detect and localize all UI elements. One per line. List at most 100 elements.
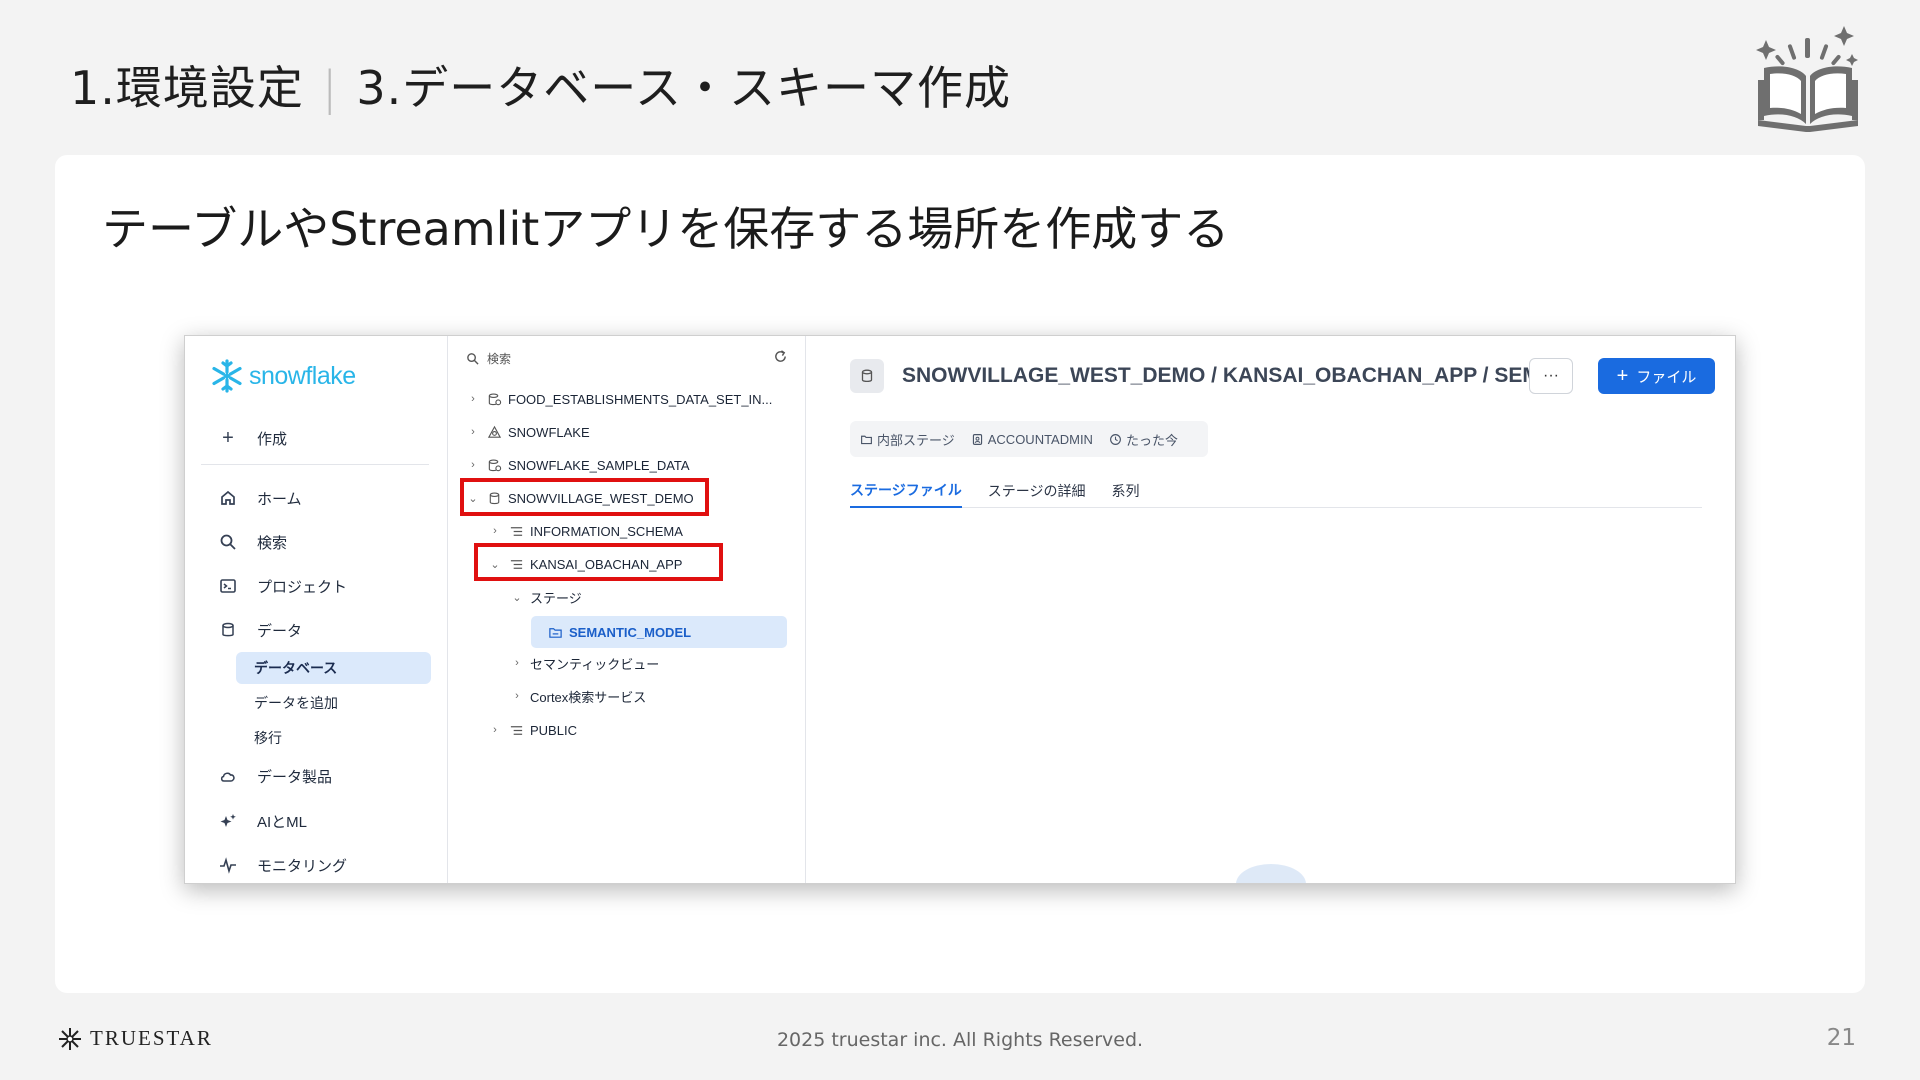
title-topic: 3.データベース・スキーマ作成 bbox=[356, 61, 1011, 115]
snowflake-wordmark: snowflake bbox=[249, 361, 356, 390]
tree-node-semantic-model[interactable]: SEMANTIC_MODEL bbox=[531, 616, 787, 648]
stage-folder-icon bbox=[547, 624, 563, 640]
cloud-icon bbox=[217, 765, 239, 787]
clock-icon bbox=[1110, 433, 1121, 445]
sidebar-item-label: データ製品 bbox=[257, 768, 333, 786]
plus-icon: + bbox=[222, 426, 234, 449]
app-sidebar: snowflake + 作成 ホーム 検索 プロジェクト データ データベース … bbox=[185, 336, 448, 883]
snowflake-screenshot: snowflake + 作成 ホーム 検索 プロジェクト データ データベース … bbox=[184, 335, 1736, 884]
content-card: テーブルやStreamlitアプリを保存する場所を作成する snowflake … bbox=[55, 155, 1865, 993]
chevron-right-icon: › bbox=[515, 657, 519, 669]
stage-metadata: 内部ステージ ACCOUNTADMIN たった今 bbox=[850, 421, 1208, 457]
sidebar-subitem-databases[interactable]: データベース bbox=[236, 652, 431, 684]
snowflake-icon bbox=[212, 359, 242, 393]
sidebar-item-home[interactable]: ホーム bbox=[201, 482, 431, 514]
tree-node-sample-data[interactable]: › SNOWFLAKE_SAMPLE_DATA bbox=[466, 452, 690, 478]
tree-node-information-schema[interactable]: › INFORMATION_SCHEMA bbox=[488, 518, 683, 544]
chevron-right-icon: › bbox=[515, 690, 519, 702]
stage-type: 内部ステージ bbox=[860, 430, 955, 449]
chevron-right-icon: › bbox=[493, 724, 497, 736]
tree-node-public-schema[interactable]: › PUBLIC bbox=[488, 717, 577, 743]
tab-stage-details[interactable]: ステージの詳細 bbox=[988, 474, 1086, 508]
owner-role-label: ACCOUNTADMIN bbox=[987, 431, 1093, 447]
chevron-right-icon: › bbox=[471, 426, 475, 438]
sidebar-divider bbox=[201, 464, 429, 465]
tree-node-label: INFORMATION_SCHEMA bbox=[530, 523, 683, 539]
search-icon bbox=[467, 352, 479, 365]
chevron-right-icon: › bbox=[493, 525, 497, 537]
sidebar-item-label: プロジェクト bbox=[257, 578, 348, 596]
chevron-right-icon: › bbox=[471, 459, 475, 471]
sparkle-icon bbox=[217, 810, 239, 832]
sidebar-item-label: AIとML bbox=[257, 813, 308, 831]
tree-search-input[interactable]: 検索 bbox=[466, 348, 788, 368]
sidebar-item-monitoring[interactable]: モニタリング bbox=[201, 849, 431, 881]
create-label: 作成 bbox=[257, 430, 288, 448]
highlight-box-database bbox=[460, 478, 709, 516]
created-time-label: たった今 bbox=[1125, 432, 1178, 448]
add-file-button[interactable]: + ファイル bbox=[1598, 358, 1715, 394]
sidebar-item-data[interactable]: データ bbox=[201, 614, 431, 646]
terminal-icon bbox=[217, 575, 239, 597]
tree-node-semantic-views[interactable]: › セマンティックビュー bbox=[510, 650, 659, 676]
stage-path-title: SNOWVILLAGE_WEST_DEMO / KANSAI_OBACHAN_A… bbox=[902, 364, 1532, 387]
tree-node-label: SEMANTIC_MODEL bbox=[569, 624, 692, 640]
sidebar-item-data-products[interactable]: データ製品 bbox=[201, 760, 431, 792]
plus-icon: + bbox=[1616, 365, 1629, 387]
copyright-text: 2025 truestar inc. All Rights Reserved. bbox=[776, 1029, 1144, 1051]
snowflake-logo[interactable]: snowflake bbox=[209, 358, 356, 394]
title-section: 1.環境設定 bbox=[70, 61, 304, 115]
highlight-box-schema bbox=[474, 543, 723, 581]
tree-node-label: ステージ bbox=[530, 590, 582, 606]
stage-type-label: 内部ステージ bbox=[877, 432, 955, 448]
shared-database-icon bbox=[486, 457, 502, 473]
database-icon bbox=[850, 359, 884, 393]
sidebar-item-search[interactable]: 検索 bbox=[201, 526, 431, 558]
object-explorer: 検索 › FOOD_ESTABLISHMENTS_DATA_SET_IN... … bbox=[448, 336, 806, 883]
open-book-logo-icon bbox=[1756, 26, 1858, 132]
owner-role: ACCOUNTADMIN bbox=[971, 432, 1093, 447]
schema-icon bbox=[508, 722, 524, 738]
tree-node-label: Cortex検索サービス bbox=[530, 689, 647, 705]
stage-header: SNOWVILLAGE_WEST_DEMO / KANSAI_OBACHAN_A… bbox=[850, 358, 1710, 394]
stage-tabs: ステージファイル ステージの詳細 系列 bbox=[850, 474, 1702, 508]
role-icon bbox=[972, 433, 982, 445]
tree-node-stages[interactable]: ⌄ ステージ bbox=[510, 584, 582, 610]
add-file-label: ファイル bbox=[1636, 368, 1697, 386]
slide-title: 1.環境設定 | 3.データベース・スキーマ作成 bbox=[70, 52, 1011, 118]
search-icon bbox=[217, 531, 239, 553]
sidebar-subitem-migration[interactable]: 移行 bbox=[236, 722, 431, 754]
sidebar-item-ai-ml[interactable]: AIとML bbox=[201, 805, 431, 837]
tree-node-cortex-search[interactable]: › Cortex検索サービス bbox=[510, 683, 646, 709]
create-button[interactable]: + 作成 bbox=[201, 422, 431, 454]
stage-folder-icon bbox=[861, 435, 872, 444]
tree-node-label: SNOWFLAKE_SAMPLE_DATA bbox=[508, 457, 690, 473]
tree-node-label: SNOWFLAKE bbox=[508, 424, 590, 440]
tree-node-snowflake[interactable]: › SNOWFLAKE bbox=[466, 419, 590, 445]
tree-node-food-db[interactable]: › FOOD_ESTABLISHMENTS_DATA_SET_IN... bbox=[466, 386, 772, 412]
created-time: たった今 bbox=[1109, 430, 1178, 449]
sidebar-item-label: ホーム bbox=[257, 490, 302, 508]
tab-lineage[interactable]: 系列 bbox=[1111, 474, 1139, 508]
empty-state-illustration bbox=[1236, 864, 1306, 883]
shared-database-icon bbox=[486, 391, 502, 407]
sidebar-item-label: 検索 bbox=[257, 534, 288, 552]
tree-node-label: FOOD_ESTABLISHMENTS_DATA_SET_IN... bbox=[508, 391, 773, 407]
stage-detail-panel: SNOWVILLAGE_WEST_DEMO / KANSAI_OBACHAN_A… bbox=[806, 336, 1735, 883]
sidebar-subitem-add-data[interactable]: データを追加 bbox=[236, 687, 431, 719]
refresh-icon[interactable] bbox=[773, 349, 788, 364]
page-number: 21 bbox=[1826, 1025, 1856, 1051]
title-separator: | bbox=[321, 61, 339, 115]
schema-icon bbox=[508, 523, 524, 539]
more-options-button[interactable]: ··· bbox=[1529, 358, 1573, 394]
chevron-right-icon: › bbox=[471, 393, 475, 405]
home-icon bbox=[217, 487, 239, 509]
snowflake-db-icon bbox=[486, 424, 502, 440]
tree-node-label: セマンティックビュー bbox=[530, 656, 660, 672]
tab-stage-files[interactable]: ステージファイル bbox=[850, 474, 962, 508]
slide-heading: テーブルやStreamlitアプリを保存する場所を作成する bbox=[102, 202, 1230, 256]
sidebar-item-projects[interactable]: プロジェクト bbox=[201, 570, 431, 602]
database-icon bbox=[217, 619, 239, 641]
chevron-down-icon: ⌄ bbox=[512, 591, 522, 604]
sidebar-item-label: モニタリング bbox=[257, 857, 348, 875]
